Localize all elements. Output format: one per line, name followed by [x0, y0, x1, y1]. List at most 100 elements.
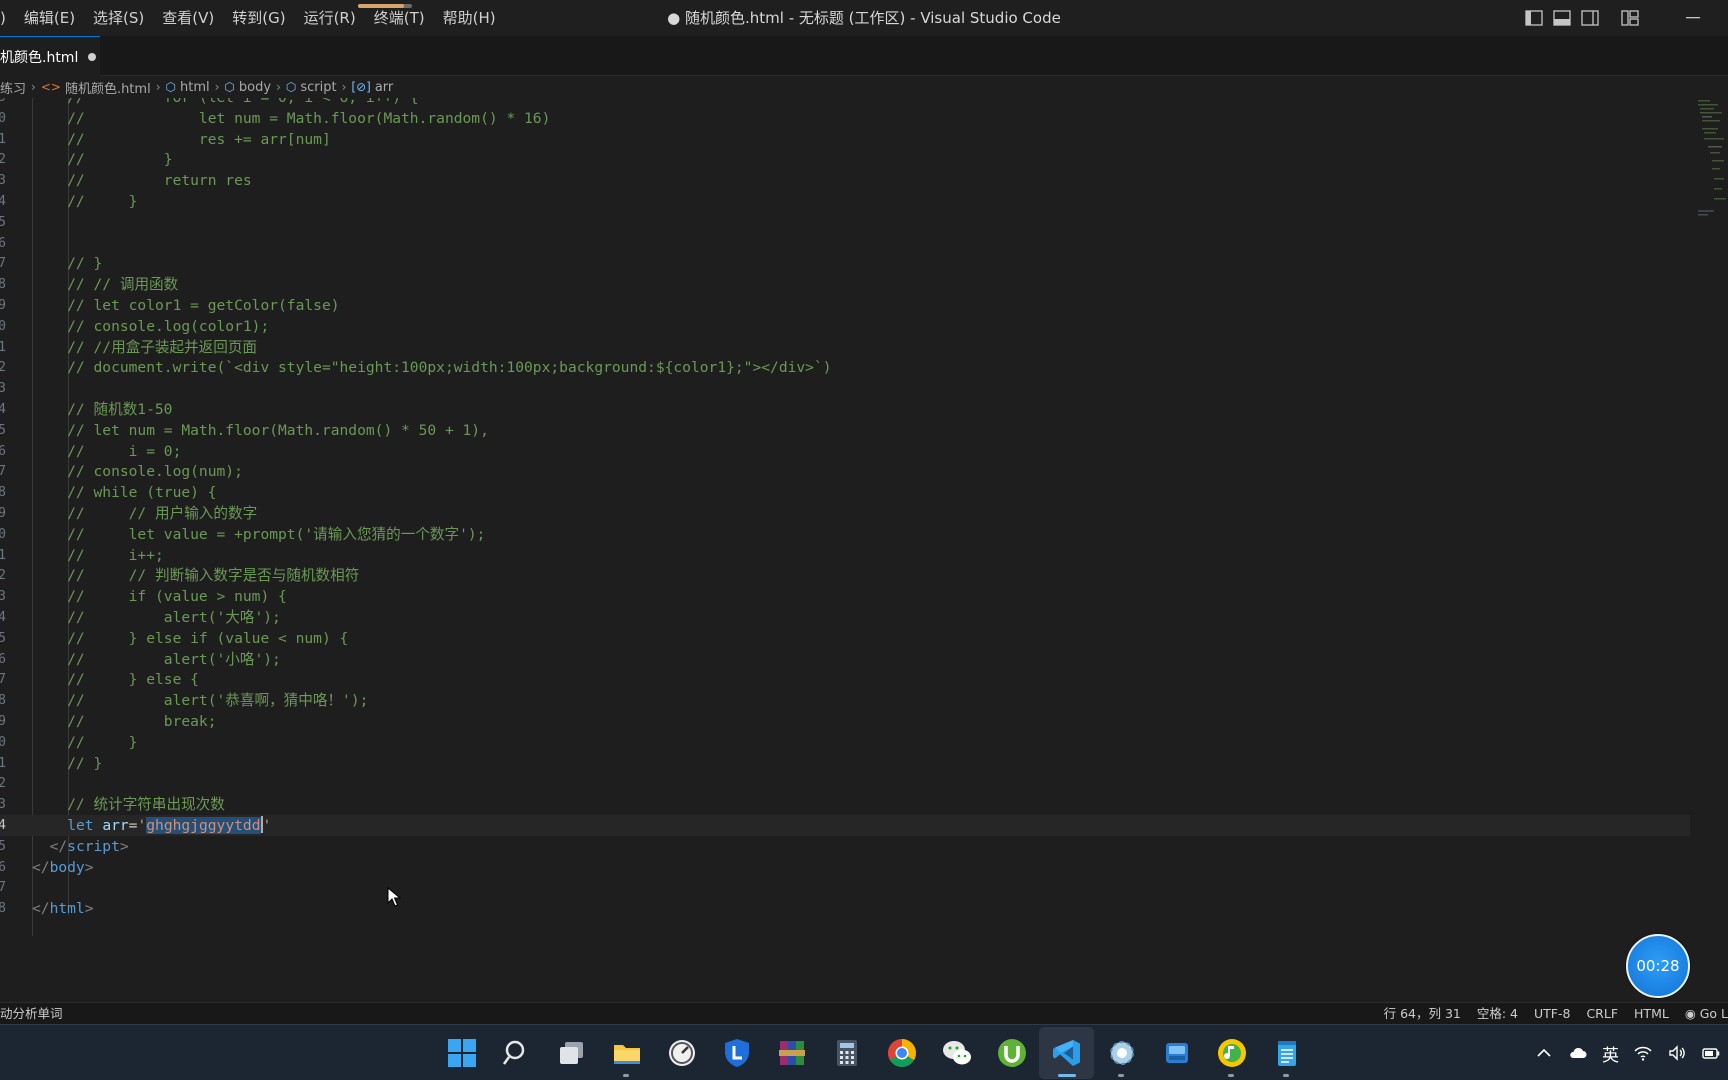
line-number: 3	[0, 381, 6, 397]
comment-text: // }	[32, 193, 138, 210]
indentation[interactable]: 空格: 4	[1469, 1003, 1526, 1025]
language-mode[interactable]: HTML	[1626, 1003, 1677, 1025]
search-button[interactable]	[489, 1027, 544, 1079]
tray-wifi[interactable]	[1626, 1025, 1660, 1080]
taskbar-utorrent[interactable]	[984, 1027, 1039, 1079]
taskbar-speedometer-app[interactable]	[654, 1027, 709, 1079]
code-line[interactable]: 4 let arr='ghghgjggyytdd '	[0, 815, 1690, 836]
code-line[interactable]: 1 // }	[0, 753, 1690, 774]
line-number: 6	[0, 235, 6, 251]
code-line[interactable]: 3 // return res	[0, 170, 1690, 191]
comment-text: // 统计字符串出现次数	[32, 796, 225, 814]
encoding[interactable]: UTF-8	[1526, 1003, 1578, 1025]
breadcrumb-body[interactable]: body	[239, 80, 271, 95]
menu-item-selection[interactable]: 选择(S)	[84, 0, 153, 36]
code-line[interactable]: 2 // }	[0, 149, 1690, 170]
minimize-button[interactable]	[1658, 0, 1728, 36]
taskbar-notepad[interactable]	[1259, 1027, 1314, 1079]
comment-text: // //用盒子装起并返回页面	[32, 338, 258, 356]
code-line[interactable]: 1 // i++;	[0, 545, 1690, 566]
menu-item-go[interactable]: 转到(G)	[223, 0, 294, 36]
code-line[interactable]: 7 // } else {	[0, 669, 1690, 690]
taskbar-security-app[interactable]	[709, 1027, 764, 1079]
code-line[interactable]: 2	[0, 773, 1690, 794]
menu-item-run[interactable]: 运行(R)	[295, 0, 365, 36]
customize-layout-button[interactable]	[1616, 0, 1644, 36]
code-line[interactable]: 7 // }	[0, 253, 1690, 274]
taskbar-vscode[interactable]	[1039, 1027, 1094, 1079]
breadcrumb-folder[interactable]: 练习	[0, 78, 26, 97]
menu-item-view[interactable]: 查看(V)	[153, 0, 223, 36]
taskbar-music-app[interactable]	[1204, 1027, 1259, 1079]
taskbar-file-explorer[interactable]	[599, 1027, 654, 1079]
code-line[interactable]: 3 // 统计字符串出现次数	[0, 794, 1690, 815]
code-line[interactable]: 8 </html>	[0, 898, 1690, 919]
code-line[interactable]: 0 // console.log(color1);	[0, 316, 1690, 337]
start-button[interactable]	[434, 1027, 489, 1079]
toggle-secondary-sidebar-button[interactable]	[1576, 0, 1604, 36]
code-line[interactable]: 5 // } else if (value < num) {	[0, 628, 1690, 649]
code-line[interactable]: 0 // let value = +prompt('请输入您猜的一个数字');	[0, 524, 1690, 545]
code-line[interactable]: 7 // console.log(num);	[0, 461, 1690, 482]
code-line[interactable]: 6 </body>	[0, 857, 1690, 878]
code-line[interactable]: 5 </script>	[0, 836, 1690, 857]
code-line[interactable]: 9 // for (let i = 0; i < 6; i++) {	[0, 98, 1690, 108]
timer-badge[interactable]: 00:28	[1626, 934, 1690, 998]
code-line[interactable]: 9 // break;	[0, 711, 1690, 732]
toggle-primary-sidebar-button[interactable]	[1520, 0, 1548, 36]
taskbar-calculator[interactable]	[819, 1027, 874, 1079]
code-line[interactable]: 0 // }	[0, 732, 1690, 753]
line-number: 7	[0, 672, 6, 688]
toggle-panel-button[interactable]	[1548, 0, 1576, 36]
tray-onedrive[interactable]	[1561, 1025, 1595, 1080]
tray-overflow-button[interactable]	[1527, 1025, 1561, 1080]
breadcrumb-html[interactable]: html	[180, 80, 210, 95]
status-left[interactable]: 动分析单词	[0, 1003, 63, 1025]
code-line[interactable]: 9 // // 用户输入的数字	[0, 503, 1690, 524]
tray-ime-indicator[interactable]: 英	[1595, 1025, 1626, 1080]
code-line[interactable]: 4 // alert('大咯');	[0, 607, 1690, 628]
code-line[interactable]: 8 // // 调用函数	[0, 274, 1690, 295]
code-line[interactable]: 7	[0, 877, 1690, 898]
code-line[interactable]: 6 // alert('小咯');	[0, 649, 1690, 670]
code-editor[interactable]: 9 // for (let i = 0; i < 6; i++) {0 // l…	[0, 98, 1690, 1002]
code-line[interactable]: 2 // // 判断输入数字是否与随机数相符	[0, 565, 1690, 586]
taskbar-gear-app[interactable]	[1094, 1027, 1149, 1079]
code-line[interactable]: 6	[0, 233, 1690, 254]
code-line[interactable]: 4 // 随机数1-50	[0, 399, 1690, 420]
code-line[interactable]: 3 // if (value > num) {	[0, 586, 1690, 607]
taskbar-chrome[interactable]	[874, 1027, 929, 1079]
code-line[interactable]: 4 // }	[0, 191, 1690, 212]
code-line[interactable]: 1 // res += arr[num]	[0, 129, 1690, 150]
code-line[interactable]: 9 // let color1 = getColor(false)	[0, 295, 1690, 316]
go-live-button[interactable]: ◉ Go L	[1677, 1003, 1728, 1025]
unsaved-dot-icon[interactable]	[88, 52, 97, 61]
tray-battery[interactable]	[1694, 1025, 1728, 1080]
breadcrumb-file[interactable]: 随机颜色.html	[65, 78, 151, 97]
taskbar-wechat[interactable]	[929, 1027, 984, 1079]
tray-volume[interactable]	[1660, 1025, 1694, 1080]
line-number: 5	[0, 422, 6, 438]
code-line[interactable]: 1 // //用盒子装起并返回页面	[0, 337, 1690, 358]
code-line[interactable]: 6 // i = 0;	[0, 441, 1690, 462]
code-line[interactable]: 8 // alert('恭喜啊，猜中咯！');	[0, 690, 1690, 711]
menu-item-edit[interactable]: 编辑(E)	[15, 0, 84, 36]
cursor-position[interactable]: 行 64，列 31	[1376, 1003, 1469, 1025]
title-bar: ) 编辑(E) 选择(S) 查看(V) 转到(G) 运行(R) 终端(T) 帮助…	[0, 0, 1728, 36]
code-line[interactable]: 5	[0, 212, 1690, 233]
task-view-button[interactable]	[544, 1027, 599, 1079]
code-line[interactable]: 0 // let num = Math.floor(Math.random() …	[0, 108, 1690, 129]
taskbar-virtualbox[interactable]	[1149, 1027, 1204, 1079]
taskbar-winrar[interactable]	[764, 1027, 819, 1079]
tab-random-color-html[interactable]: 机颜色.html	[0, 36, 100, 76]
code-line[interactable]: 5 // let num = Math.floor(Math.random() …	[0, 420, 1690, 441]
breadcrumb-script[interactable]: script	[300, 80, 336, 95]
code-line[interactable]: 3	[0, 378, 1690, 399]
code-line[interactable]: 2 // document.write(`<div style="height:…	[0, 357, 1690, 378]
code-line[interactable]: 8 // while (true) {	[0, 482, 1690, 503]
end-of-line[interactable]: CRLF	[1578, 1003, 1626, 1025]
menu-item-file[interactable]: )	[0, 0, 15, 36]
minimap[interactable]	[1690, 98, 1728, 1002]
breadcrumb-arr[interactable]: arr	[375, 80, 393, 95]
menu-item-help[interactable]: 帮助(H)	[434, 0, 505, 36]
